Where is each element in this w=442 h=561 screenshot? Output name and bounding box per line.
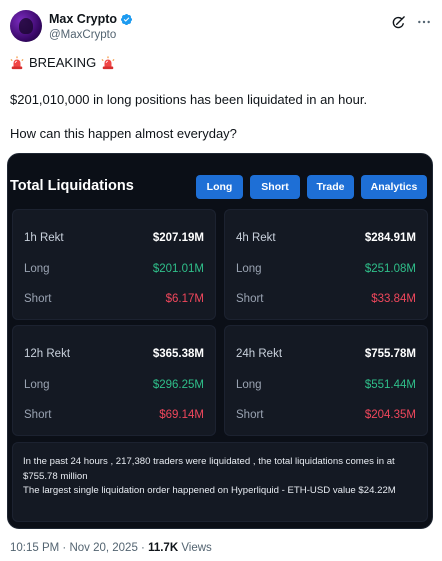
view-count: 11.7K — [148, 542, 179, 554]
period-label: 4h Rekt — [236, 232, 276, 244]
rekt-panel-24h: 24h Rekt $755.78M Long $551.44M Short $204.… — [224, 325, 428, 436]
summary-box: In the past 24 hours , 217,380 traders w… — [12, 442, 428, 522]
liquidations-image-card[interactable]: Total Liquidations Long Short Trade Anal… — [7, 153, 433, 529]
long-value: $551.44M — [364, 379, 416, 391]
total-value: $284.91M — [364, 232, 416, 244]
period-label: 12h Rekt — [24, 348, 71, 360]
tab-analytics[interactable]: Analytics — [361, 175, 427, 199]
avatar[interactable] — [10, 10, 42, 42]
tweet-text-line: $201,010,000 in long positions has been … — [10, 92, 368, 107]
period-label: 24h Rekt — [236, 348, 283, 360]
author-name-text[interactable]: Max Crypto — [49, 12, 117, 26]
tweet-timestamp[interactable]: 10:15 PM · Nov 20, 2025 · — [10, 542, 148, 554]
total-value: $207.19M — [152, 232, 204, 244]
short-value: $204.35M — [364, 409, 416, 421]
rekt-panel-4h: 4h Rekt $284.91M Long $251.08M Short $33.84… — [224, 209, 428, 320]
short-value: $33.84M — [371, 293, 416, 305]
author-handle[interactable]: @MaxCrypto — [49, 29, 116, 41]
long-label: Long — [236, 263, 262, 275]
breaking-line: BREAKING — [10, 55, 115, 70]
tweet-text-line: How can this happen almost everyday? — [10, 126, 237, 141]
short-label: Short — [236, 293, 264, 305]
short-value: $69.14M — [159, 409, 204, 421]
siren-icon — [10, 55, 24, 69]
period-label: 1h Rekt — [24, 232, 64, 244]
breaking-text: BREAKING — [29, 55, 97, 70]
author-name[interactable]: Max Crypto — [49, 12, 133, 26]
long-value: $201.01M — [152, 263, 204, 275]
tab-short[interactable]: Short — [250, 175, 300, 199]
short-value: $6.17M — [165, 293, 204, 305]
long-value: $296.25M — [152, 379, 204, 391]
card-title: Total Liquidations — [10, 178, 134, 194]
total-value: $365.38M — [152, 348, 204, 360]
long-label: Long — [24, 263, 50, 275]
short-label: Short — [236, 409, 264, 421]
grok-icon[interactable] — [391, 15, 406, 30]
long-value: $251.08M — [364, 263, 416, 275]
long-label: Long — [236, 379, 262, 391]
summary-text: In the past 24 hours , 217,380 traders w… — [23, 456, 395, 482]
verified-badge-icon — [121, 13, 133, 25]
total-value: $755.78M — [364, 348, 416, 360]
tab-long[interactable]: Long — [196, 175, 243, 199]
views-label: Views — [178, 542, 212, 554]
summary-text: The largest single liquidation order hap… — [23, 485, 396, 496]
siren-icon — [101, 55, 115, 69]
short-label: Short — [24, 409, 52, 421]
rekt-panel-1h: 1h Rekt $207.19M Long $201.01M Short $6.17M — [12, 209, 216, 320]
more-icon[interactable] — [416, 14, 432, 30]
tab-trade[interactable]: Trade — [307, 175, 354, 199]
tweet-meta: 10:15 PM · Nov 20, 2025 · 11.7K Views — [10, 542, 212, 554]
rekt-panel-12h: 12h Rekt $365.38M Long $296.25M Short $69.1… — [12, 325, 216, 436]
card-tabs: Long Short Trade Analytics — [196, 175, 427, 199]
long-label: Long — [24, 379, 50, 391]
short-label: Short — [24, 293, 52, 305]
